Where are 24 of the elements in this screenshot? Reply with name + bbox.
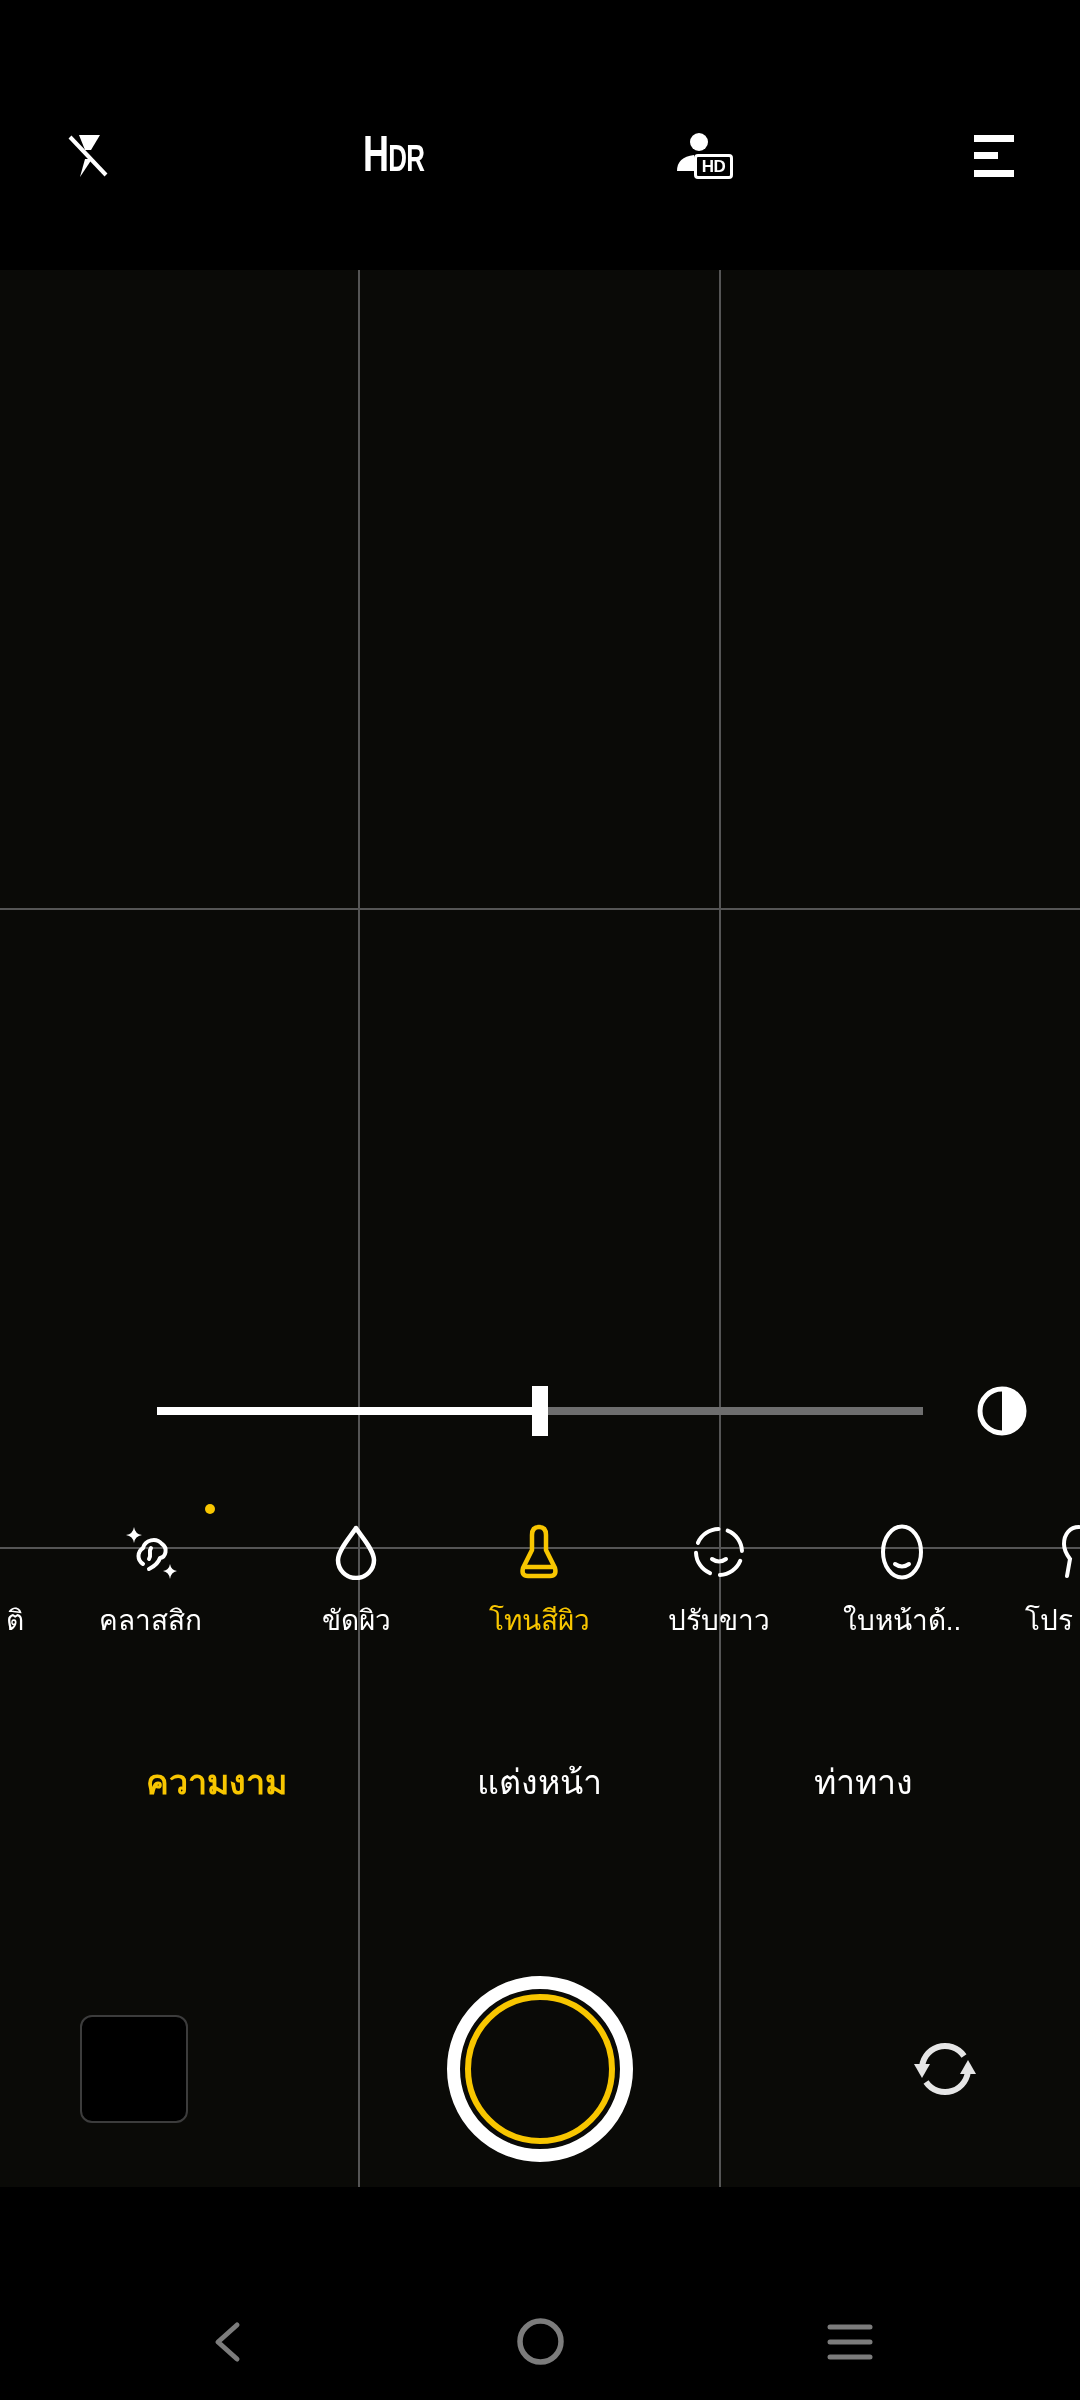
- contrast-icon[interactable]: [977, 1386, 1027, 1436]
- water-drop-icon: [333, 1524, 379, 1580]
- beauty-option[interactable]: ติ: [0, 1500, 47, 1642]
- gallery-thumbnail[interactable]: [80, 2015, 188, 2123]
- slider-thumb[interactable]: [532, 1386, 548, 1436]
- dashed-circle-face-icon: [693, 1526, 745, 1578]
- flash-off-icon[interactable]: [66, 133, 110, 179]
- beauty-option[interactable]: ปรับขาว: [619, 1500, 819, 1642]
- back-icon[interactable]: [213, 2320, 241, 2363]
- beauty-option[interactable]: โทนสีผิว: [459, 1500, 619, 1642]
- hdr-toggle[interactable]: HDR: [362, 133, 425, 179]
- home-icon[interactable]: [516, 2318, 564, 2365]
- mode-tab[interactable]: แต่งหน้า: [470, 1757, 608, 1807]
- mode-tab[interactable]: ท่าทาง: [807, 1757, 919, 1807]
- shutter-button[interactable]: [447, 1976, 633, 2162]
- face-outline-icon: [880, 1524, 924, 1580]
- hd-portrait-button[interactable]: HD: [677, 133, 733, 179]
- beauty-option[interactable]: ใบหน้าด้..: [819, 1500, 985, 1642]
- menu-icon[interactable]: [973, 135, 1014, 177]
- beauty-option[interactable]: คลาสสิก: [47, 1500, 253, 1642]
- beauty-option[interactable]: โปร: [985, 1500, 1080, 1642]
- head-profile-icon: [1062, 1524, 1080, 1580]
- mode-tab[interactable]: ความงาม: [139, 1757, 293, 1807]
- beauty-option[interactable]: ขัดผิว: [253, 1500, 459, 1642]
